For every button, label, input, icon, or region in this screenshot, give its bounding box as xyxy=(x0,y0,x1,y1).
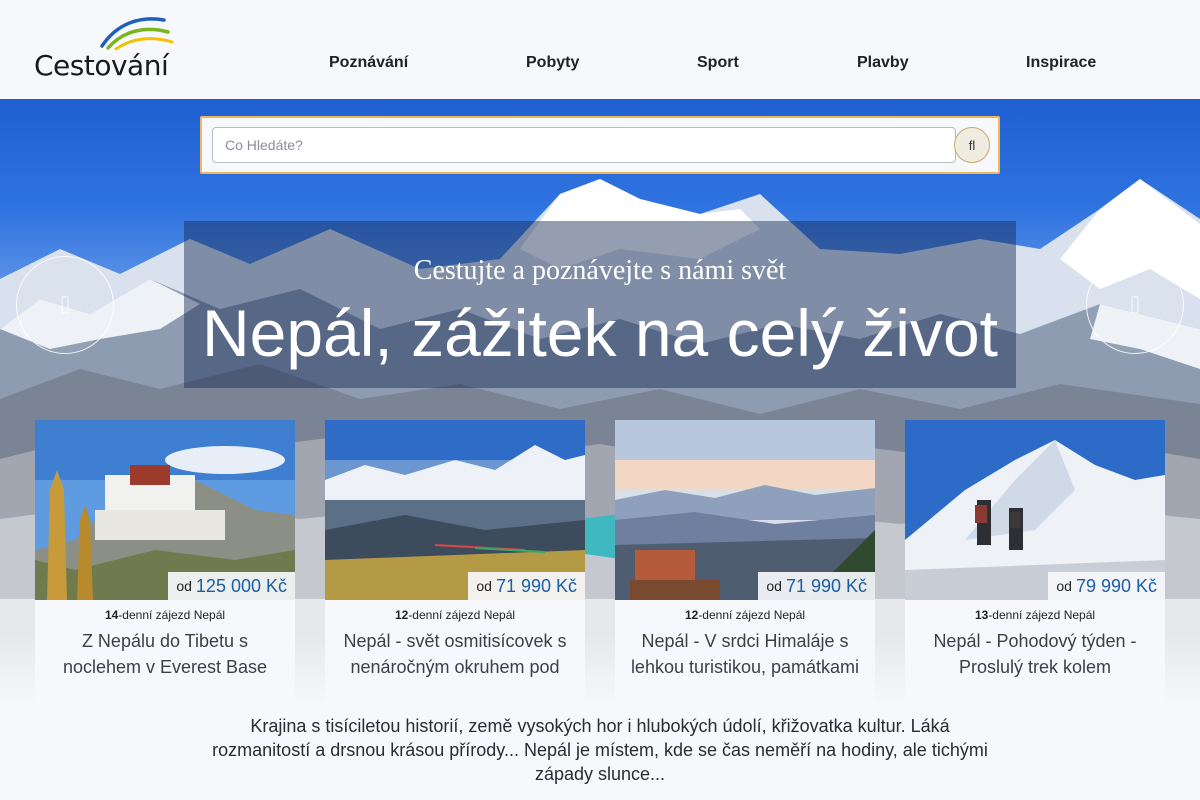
nav-item-pobyty[interactable]: Pobyty xyxy=(526,54,579,72)
search-box: fl xyxy=(200,116,1000,174)
search-icon: fl xyxy=(968,137,976,153)
nav-item-sport[interactable]: Sport xyxy=(697,54,739,72)
tour-title[interactable]: Z Nepálu do Tibetu s noclehem v Everest … xyxy=(43,628,287,680)
intro-text: Krajina s tisíciletou historií, země vys… xyxy=(212,716,988,784)
nav-item-poznavani[interactable]: Poznávání xyxy=(329,54,408,72)
tour-card-2[interactable]: od 71 990 Kč 12-denní zájezd Nepál Nepál… xyxy=(325,420,585,705)
duration-days: 12 xyxy=(684,608,699,622)
hero-subtitle: Cestujte a poznávejte s námi svět xyxy=(413,255,787,286)
price-value: 79 990 Kč xyxy=(1075,575,1157,596)
logo-swoosh-icon xyxy=(100,17,174,50)
tour-duration: 14-denní zájezd Nepál xyxy=(35,608,295,622)
duration-days: 13 xyxy=(974,608,989,622)
search-button[interactable]: fl xyxy=(954,127,990,163)
price-prefix: od xyxy=(176,578,192,594)
main-nav: Poznávání Pobyty Sport Plavby Inspirace xyxy=(0,54,1200,78)
tour-price: od 79 990 Kč xyxy=(1048,572,1165,600)
tour-card-image: od 71 990 Kč xyxy=(615,420,875,600)
tour-title[interactable]: Nepál - Pohodový týden - Proslulý trek k… xyxy=(913,628,1157,680)
price-value: 125 000 Kč xyxy=(195,575,287,596)
tour-title[interactable]: Nepál - svět osmitisícovek s nenáročným … xyxy=(333,628,577,680)
tour-price: od 71 990 Kč xyxy=(758,572,875,600)
tour-card-1[interactable]: od 125 000 Kč 14-denní zájezd Nepál Z Ne… xyxy=(35,420,295,705)
tour-card-4[interactable]: od 79 990 Kč 13-denní zájezd Nepál Nepál… xyxy=(905,420,1165,705)
tour-card-3[interactable]: od 71 990 Kč 12-denní zájezd Nepál Nepál… xyxy=(615,420,875,705)
price-prefix: od xyxy=(1056,578,1072,594)
chevron-left-icon xyxy=(61,296,69,314)
price-value: 71 990 Kč xyxy=(495,575,577,596)
tour-price: od 125 000 Kč xyxy=(168,572,295,600)
site-header: Cestování Poznávání Pobyty Sport Plavby … xyxy=(0,0,1200,99)
nav-item-plavby[interactable]: Plavby xyxy=(857,54,909,72)
tour-price: od 71 990 Kč xyxy=(468,572,585,600)
tour-duration: 12-denní zájezd Nepál xyxy=(325,608,585,622)
tour-duration: 13-denní zájezd Nepál xyxy=(905,608,1165,622)
duration-suffix: -denní zájezd Nepál xyxy=(118,608,226,622)
price-prefix: od xyxy=(766,578,782,594)
carousel-prev-button[interactable] xyxy=(16,256,114,354)
price-value: 71 990 Kč xyxy=(785,575,867,596)
search-input[interactable] xyxy=(212,127,956,163)
duration-suffix: -denní zájezd Nepál xyxy=(988,608,1096,622)
duration-suffix: -denní zájezd Nepál xyxy=(408,608,516,622)
tour-duration: 12-denní zájezd Nepál xyxy=(615,608,875,622)
duration-suffix: -denní zájezd Nepál xyxy=(698,608,806,622)
hero-title: Nepál, zážitek na celý život xyxy=(201,296,999,370)
tour-title[interactable]: Nepál - V srdci Himaláje s lehkou turist… xyxy=(623,628,867,680)
duration-days: 12 xyxy=(394,608,409,622)
tour-card-image: od 71 990 Kč xyxy=(325,420,585,600)
tour-card-image: od 79 990 Kč xyxy=(905,420,1165,600)
nav-item-inspirace[interactable]: Inspirace xyxy=(1026,54,1096,72)
price-prefix: od xyxy=(476,578,492,594)
duration-days: 14 xyxy=(104,608,119,622)
chevron-right-icon xyxy=(1131,296,1139,314)
tour-card-image: od 125 000 Kč xyxy=(35,420,295,600)
carousel-next-button[interactable] xyxy=(1086,256,1184,354)
hero-banner: Cestujte a poznávejte s námi svět Nepál,… xyxy=(184,221,1016,388)
